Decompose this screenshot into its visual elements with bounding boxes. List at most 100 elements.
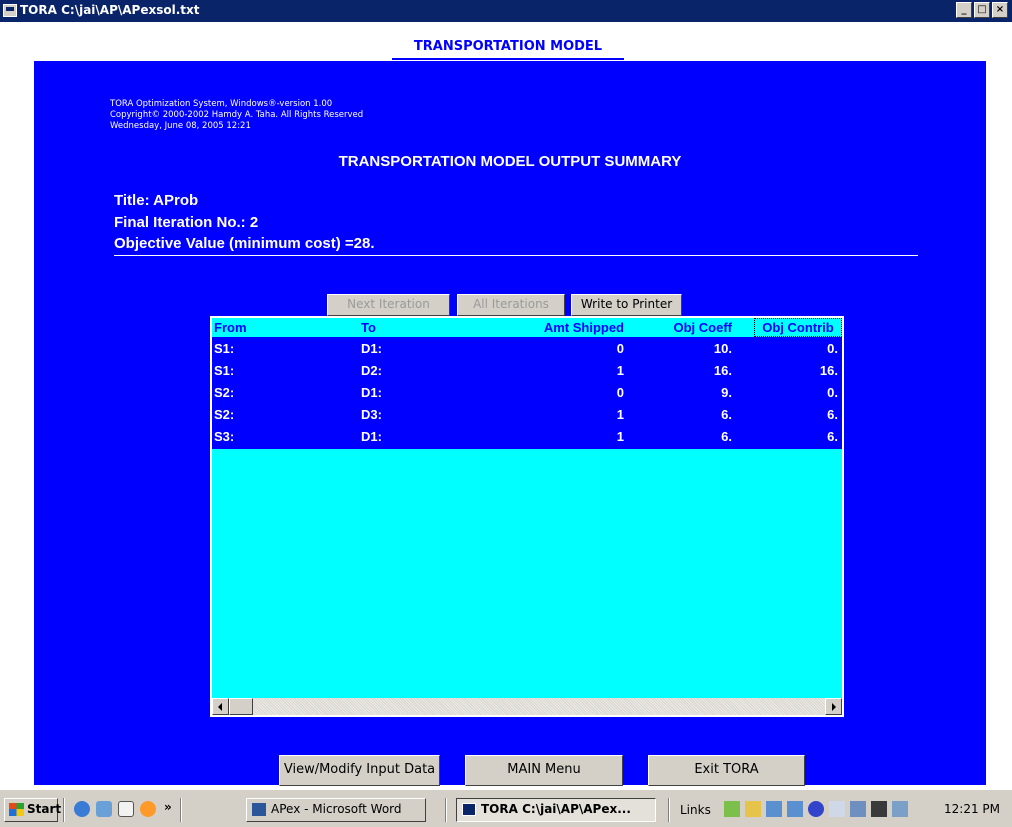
tray-connection-icon[interactable] (766, 801, 782, 817)
table-row[interactable]: S1: D1: 0 10. 0. (212, 339, 842, 359)
cell-to: D1: (361, 429, 382, 444)
clock: 12:21 PM (944, 802, 1000, 816)
taskbar: Start » APex - Microsoft Word TORA C:\ja… (0, 789, 1012, 827)
app-area: TRANSPORTATION MODEL TORA Optimization S… (0, 22, 1012, 789)
cell-from: S2: (214, 385, 235, 400)
table-row[interactable]: S3: D1: 1 6. 6. (212, 427, 842, 447)
output-table[interactable]: From To Amt Shipped Obj Coeff Obj Contri… (210, 316, 844, 717)
start-label: Start (27, 802, 62, 816)
window-title: TORA C:\jai\AP\APexsol.txt (20, 3, 200, 17)
taskbar-divider (63, 798, 65, 822)
write-to-printer-button[interactable]: Write to Printer (571, 294, 682, 316)
table-body: S1: D1: 0 10. 0. S1: D2: 1 16. 16. S2: D… (212, 337, 842, 449)
objective-underline (114, 255, 918, 256)
cell-obj-contrib: 6. (827, 407, 838, 422)
horizontal-scrollbar[interactable] (212, 698, 842, 715)
tora-app-icon[interactable] (3, 4, 17, 17)
cell-obj-contrib: 0. (827, 341, 838, 356)
task-word[interactable]: APex - Microsoft Word (246, 798, 426, 822)
word-icon (252, 803, 266, 816)
header-obj-contrib[interactable]: Obj Contrib (754, 318, 842, 337)
cell-to: D1: (361, 341, 382, 356)
cell-amt-shipped: 1 (616, 363, 624, 378)
cell-obj-coeff: 10. (713, 341, 732, 356)
minimize-button[interactable]: _ (956, 2, 972, 18)
taskbar-divider (445, 798, 447, 822)
volume-icon[interactable] (745, 801, 761, 817)
header-obj-coeff[interactable]: Obj Coeff (674, 320, 733, 335)
taskbar-divider (668, 798, 670, 822)
view-modify-input-button[interactable]: View/Modify Input Data (279, 755, 440, 786)
table-row[interactable]: S2: D1: 0 9. 0. (212, 383, 842, 403)
next-iteration-button[interactable]: Next Iteration (327, 294, 450, 316)
window-title-bar[interactable]: TORA C:\jai\AP\APexsol.txt _ □ × (0, 0, 1012, 22)
table-header: From To Amt Shipped Obj Coeff Obj Contri… (212, 318, 842, 337)
tray-connection-error-icon[interactable] (787, 801, 803, 817)
model-title-underline (392, 58, 624, 60)
cell-to: D2: (361, 363, 382, 378)
task-tora[interactable]: TORA C:\jai\AP\APex... (456, 798, 656, 822)
task-label: TORA C:\jai\AP\APex... (481, 802, 631, 816)
tray-antivirus-icon[interactable] (808, 801, 824, 817)
tray-tools-icon[interactable] (871, 801, 887, 817)
links-toolbar[interactable]: Links (680, 803, 711, 817)
tray-app-icon[interactable] (829, 801, 845, 817)
output-panel: TORA Optimization System, Windows®-versi… (34, 61, 986, 786)
tray-network-icon[interactable] (724, 801, 740, 817)
cell-from: S1: (214, 363, 235, 378)
header-from[interactable]: From (214, 320, 247, 335)
start-button[interactable]: Start (4, 798, 62, 822)
cell-to: D3: (361, 407, 382, 422)
arrow-right-icon (832, 703, 836, 711)
outlook-icon[interactable] (140, 801, 156, 817)
cell-obj-coeff: 6. (721, 429, 732, 444)
objective-value: Objective Value (minimum cost) =28. (114, 235, 375, 252)
main-menu-button[interactable]: MAIN Menu (465, 755, 623, 786)
cell-amt-shipped: 0 (616, 341, 624, 356)
tora-task-icon (462, 803, 476, 816)
problem-title: Title: AProb (114, 192, 199, 209)
cell-obj-coeff: 16. (713, 363, 732, 378)
copyright-line: Wednesday, June 08, 2005 12:21 (110, 121, 251, 131)
cell-obj-contrib: 16. (819, 363, 838, 378)
cell-from: S3: (214, 429, 235, 444)
cell-obj-coeff: 6. (721, 407, 732, 422)
window-controls: _ □ × (956, 2, 1008, 18)
exit-tora-button[interactable]: Exit TORA (648, 755, 805, 786)
internet-explorer-icon[interactable] (74, 801, 90, 817)
windows-logo-icon (9, 803, 24, 816)
cell-amt-shipped: 0 (616, 385, 624, 400)
table-row[interactable]: S1: D2: 1 16. 16. (212, 361, 842, 381)
quick-launch-more[interactable]: » (164, 800, 172, 814)
maximize-button[interactable]: □ (974, 2, 990, 18)
show-desktop-icon[interactable] (96, 801, 112, 817)
all-iterations-button[interactable]: All Iterations (457, 294, 565, 316)
cell-amt-shipped: 1 (616, 429, 624, 444)
cell-to: D1: (361, 385, 382, 400)
summary-title: TRANSPORTATION MODEL OUTPUT SUMMARY (338, 153, 682, 170)
scroll-right-button[interactable] (825, 698, 842, 715)
cell-obj-coeff: 9. (721, 385, 732, 400)
cell-obj-contrib: 6. (827, 429, 838, 444)
arrow-left-icon (218, 703, 222, 711)
header-amt-shipped[interactable]: Amt Shipped (544, 320, 624, 335)
copyright-block: TORA Optimization System, Windows®-versi… (110, 99, 363, 132)
copyright-line: Copyright© 2000-2002 Hamdy A. Taha. All … (110, 110, 364, 120)
taskbar-divider (180, 798, 182, 822)
cell-obj-contrib: 0. (827, 385, 838, 400)
cell-from: S2: (214, 407, 235, 422)
table-row[interactable]: S2: D3: 1 6. 6. (212, 405, 842, 425)
cell-from: S1: (214, 341, 235, 356)
scroll-thumb[interactable] (229, 698, 253, 715)
media-player-icon[interactable] (118, 801, 134, 817)
scroll-left-button[interactable] (212, 698, 229, 715)
final-iteration: Final Iteration No.: 2 (114, 214, 259, 231)
model-title: TRANSPORTATION MODEL (413, 39, 603, 54)
tray-chart-icon[interactable] (850, 801, 866, 817)
task-label: APex - Microsoft Word (271, 802, 402, 816)
header-to[interactable]: To (361, 320, 376, 335)
cell-amt-shipped: 1 (616, 407, 624, 422)
copyright-line: TORA Optimization System, Windows®-versi… (110, 99, 333, 109)
close-button[interactable]: × (992, 2, 1008, 18)
tray-monitor-icon[interactable] (892, 801, 908, 817)
